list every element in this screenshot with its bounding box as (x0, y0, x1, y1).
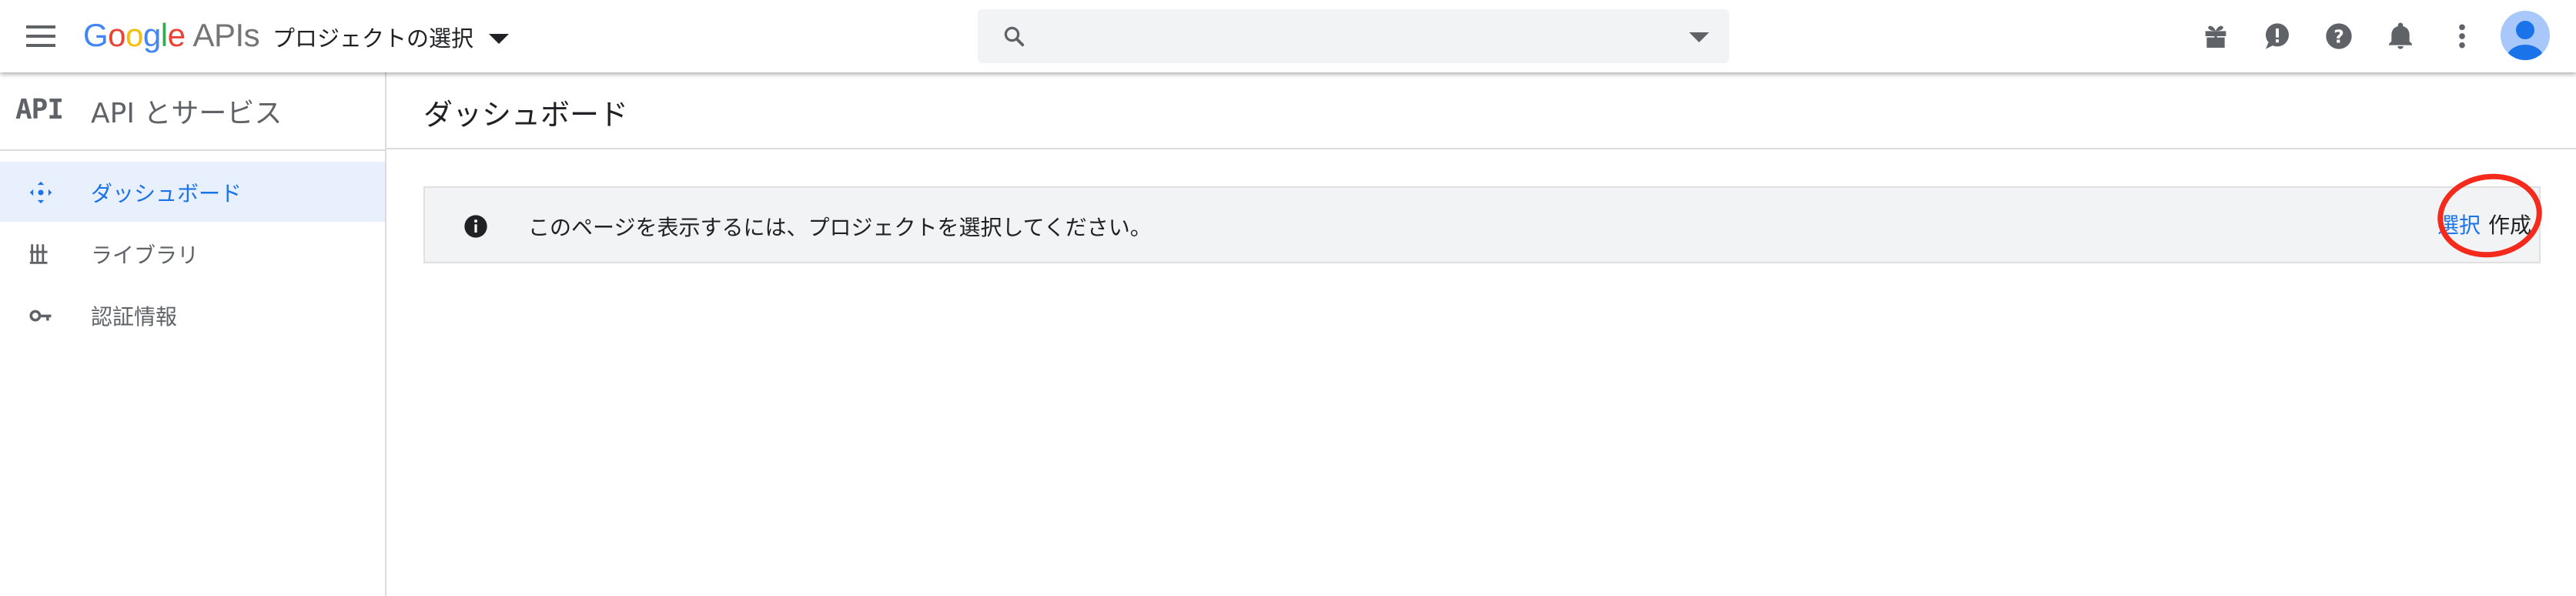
sidebar-item-credentials[interactable]: 認証情報 (0, 285, 385, 345)
logo-letter: G (83, 17, 109, 53)
feedback-icon[interactable] (2262, 21, 2293, 52)
sidebar-item-dashboard[interactable]: ダッシュボード (0, 162, 385, 222)
info-icon (464, 215, 487, 238)
page-title: ダッシュボード (423, 98, 629, 132)
create-project-button[interactable]: 作成 (2488, 209, 2531, 239)
library-icon (29, 244, 48, 264)
menu-icon[interactable] (26, 25, 55, 47)
arrow-drop-down-icon (489, 33, 510, 44)
project-selector[interactable]: プロジェクトの選択 (273, 22, 510, 52)
more-vert-icon[interactable] (2447, 21, 2477, 52)
logo-apis-text: APIs (192, 17, 260, 53)
logo-letter: e (167, 17, 186, 53)
search-dropdown-icon[interactable] (1689, 32, 1709, 42)
logo-letter: o (125, 17, 143, 53)
sidebar-item-label: ダッシュボード (91, 181, 243, 206)
svg-text:?: ? (2333, 25, 2344, 47)
search-bar[interactable] (978, 9, 1729, 63)
person-icon (2507, 21, 2544, 60)
key-icon (29, 310, 52, 322)
api-logo-icon: API (15, 94, 64, 126)
select-project-banner: このページを表示するには、プロジェクトを選択してください。 選択 作成 (423, 186, 2541, 263)
select-project-link[interactable]: 選択 (2437, 209, 2481, 239)
sidebar-item-library[interactable]: ライブラリ (0, 223, 385, 283)
banner-message: このページを表示するには、プロジェクトを選択してください。 (528, 215, 1152, 240)
top-app-bar: Google APIs プロジェクトの選択 ? (0, 0, 2576, 72)
dashboard-icon (29, 181, 52, 204)
help-icon[interactable]: ? (2323, 21, 2354, 52)
sidebar-header: API API とサービス (0, 72, 385, 151)
sidebar-item-label: ライブラリ (91, 243, 199, 268)
sidebar-item-label: 認証情報 (91, 304, 178, 330)
logo-letter: l (160, 17, 168, 53)
notifications-icon[interactable] (2385, 21, 2416, 52)
logo-letter: o (108, 17, 126, 53)
gift-icon[interactable] (2200, 21, 2231, 52)
project-selector-label: プロジェクトの選択 (273, 25, 474, 52)
sidebar-title: API とサービス (91, 98, 283, 129)
google-apis-logo[interactable]: Google APIs (83, 17, 260, 54)
search-icon (1004, 26, 1025, 47)
divider (386, 148, 2576, 149)
sidebar: API API とサービス ダッシュボード ライブラリ 認証情報 (0, 72, 386, 596)
logo-letter: g (142, 17, 161, 53)
main-content: ダッシュボード このページを表示するには、プロジェクトを選択してください。 選択… (386, 72, 2576, 596)
account-avatar[interactable] (2501, 11, 2550, 60)
